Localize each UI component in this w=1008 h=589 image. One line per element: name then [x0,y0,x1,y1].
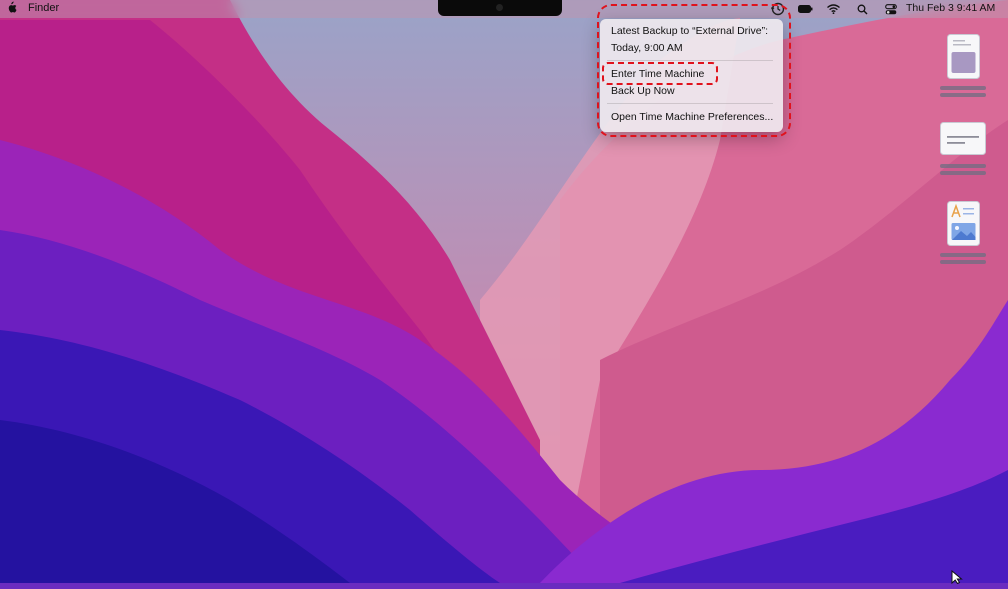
apple-logo-icon[interactable] [6,1,17,17]
file-label-placeholder [940,260,986,264]
battery-icon[interactable] [797,2,813,16]
file-label-placeholder [940,164,986,168]
enter-time-machine-item[interactable]: Enter Time Machine [611,68,704,80]
back-up-now-item[interactable]: Back Up Now [611,85,675,97]
time-machine-menu: Latest Backup to “External Drive”: Today… [600,19,783,132]
control-center-icon[interactable] [884,2,897,16]
desktop-wallpaper [0,0,1008,583]
text-file-icon [940,122,986,160]
desktop-file-2[interactable] [933,122,993,182]
time-machine-icon[interactable] [770,2,786,16]
desktop-file-1[interactable] [933,34,993,104]
file-label-placeholder [940,171,986,175]
desktop-file-3[interactable] [933,201,993,271]
file-label-placeholder [940,93,986,97]
latest-backup-label: Latest Backup to “External Drive”: [611,25,768,37]
document-icon [947,34,980,84]
wifi-icon[interactable] [826,2,840,16]
search-icon[interactable] [856,2,868,16]
image-document-icon [947,201,980,251]
camera-notch [438,0,562,16]
menu-bar: Finder Thu Feb 3 9:41 AM [0,0,1008,18]
file-label-placeholder [940,253,986,257]
mouse-pointer-icon [951,569,963,589]
open-time-machine-preferences-item[interactable]: Open Time Machine Preferences... [611,111,773,123]
file-label-placeholder [940,86,986,90]
app-menu-finder[interactable]: Finder [28,2,59,14]
latest-backup-time: Today, 9:00 AM [611,42,683,54]
menu-bar-clock[interactable]: Thu Feb 3 9:41 AM [906,2,995,14]
camera-icon [496,4,503,11]
menu-separator [607,103,773,104]
menu-separator [607,60,773,61]
